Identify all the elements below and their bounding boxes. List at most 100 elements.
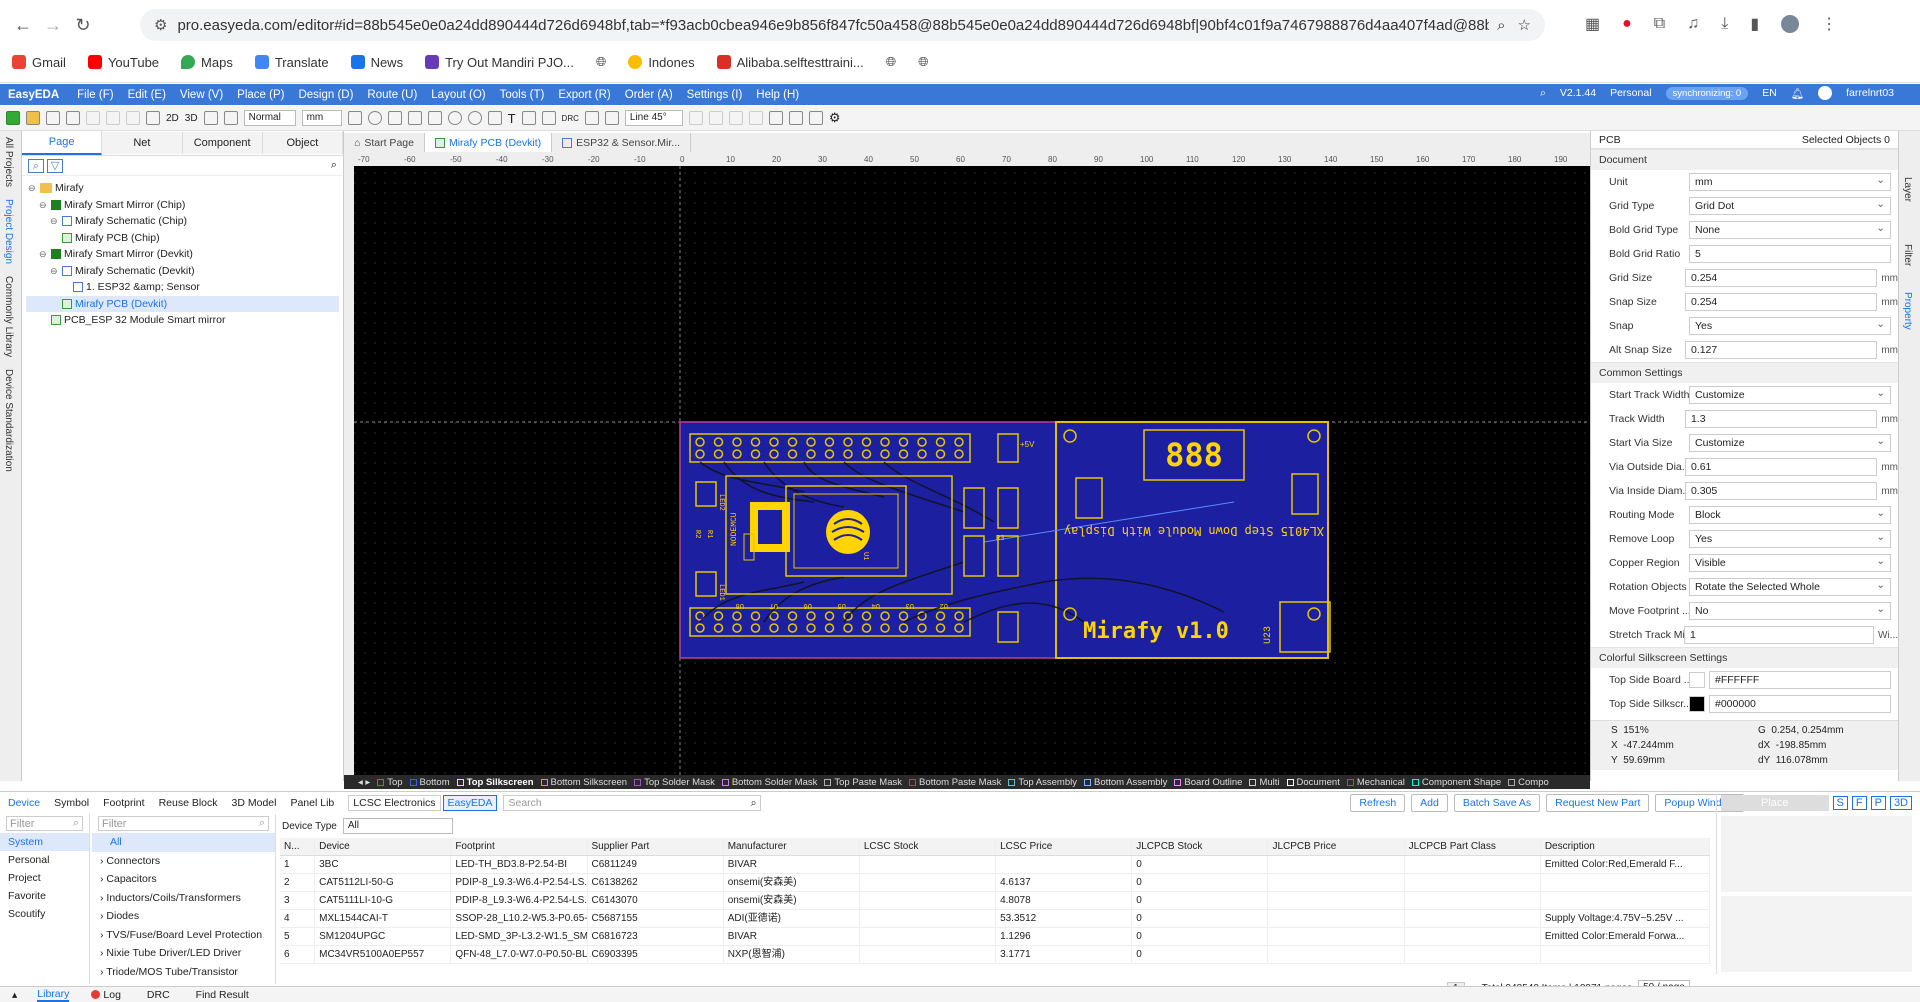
layer-item[interactable]: Top Solder Mask [634,777,715,788]
bookmark-indones[interactable]: Indones [628,55,695,70]
scope-item[interactable]: Personal [0,851,89,869]
dimension-icon[interactable] [521,111,536,125]
bookmark-mandiri[interactable]: Try Out Mandiri PJO... [425,55,574,70]
expand-toggle-icon[interactable]: ⊖ [39,246,48,263]
lib-source-easyeda[interactable]: EasyEDA [442,795,498,811]
list-icon[interactable] [146,111,160,125]
category-item[interactable]: › Diodes [92,907,275,926]
table-row[interactable]: 3 CAT5111LI-10-G PDIP-8_L9.3-W6.4-P2.54-LS… [280,892,1711,910]
extension-icon[interactable]: ▦ [1585,14,1600,34]
search-icon[interactable]: ⌕ [331,159,337,172]
scope-item[interactable]: Favorite [0,887,89,905]
category-item[interactable]: › TVS/Fuse/Board Level Protection [92,926,275,945]
category-item[interactable]: › Connectors [92,852,275,871]
bookmark-globe-2[interactable]: 🌐︎ [886,54,896,70]
scope-filter-input[interactable]: Filter [10,818,34,830]
menu-view[interactable]: View (V) [180,89,223,101]
user-avatar[interactable] [1818,86,1833,100]
document-section[interactable]: Document [1591,149,1898,170]
align-icon[interactable] [688,111,703,125]
tree-item[interactable]: ⊖ Mirafy Schematic (Devkit) [26,263,339,280]
layer-item[interactable]: Bottom Paste Mask [908,777,1001,788]
expand-toggle-icon[interactable]: ⊖ [28,180,37,197]
drc-button[interactable]: DRC [562,114,579,123]
table-row[interactable]: 4 MXL1544CAI-T SSOP-28_L10.2-W5.3-P0.65-..… [280,910,1711,928]
select-icon[interactable] [203,111,218,125]
property-input[interactable]: 1 [1683,626,1874,644]
layer-item[interactable]: Board Outline [1174,777,1242,788]
column-header[interactable]: Manufacturer [724,838,860,855]
menu-help[interactable]: Help (H) [756,89,799,101]
batch-save-button[interactable]: Batch Save As [1453,794,1541,812]
layer-item[interactable]: Bottom Solder Mask [721,777,817,788]
scope-item[interactable]: System [0,833,89,851]
search-icon[interactable]: ⌕ [1540,87,1546,100]
tab-net[interactable]: Net [102,132,183,154]
scope-item[interactable]: Scoutify [0,905,89,923]
opera-icon[interactable]: ● [1622,15,1632,33]
property-select[interactable]: None [1689,221,1891,239]
tree-item[interactable]: ⊖ Mirafy [26,180,339,197]
property-input[interactable]: 0.305 [1684,482,1878,500]
gear-icon[interactable]: ⚙ [829,110,841,126]
vtab-filter[interactable]: Filter [1899,238,1916,272]
image-icon[interactable] [768,111,783,125]
property-input[interactable]: 0.61 [1684,458,1878,476]
property-input[interactable]: 0.254 [1684,269,1878,287]
vtab-project-design[interactable]: Project Design [0,193,17,270]
property-input[interactable]: 0.127 [1684,341,1878,359]
preview-pcb-button[interactable]: P [1870,796,1886,810]
property-select[interactable]: Block [1689,506,1891,524]
export-icon[interactable] [788,111,803,125]
distribute-icon[interactable] [708,111,723,125]
track-icon[interactable] [584,111,599,125]
status-tab-log[interactable]: Log [103,989,121,1001]
layer-item[interactable]: Mechanical [1346,777,1405,788]
column-header[interactable]: Device [315,838,452,855]
print-icon[interactable] [223,111,238,125]
search-icon[interactable]: ⌕ [1497,17,1505,34]
layer-item[interactable]: Multi [1249,777,1280,788]
category-item[interactable]: › Triode/MOS Tube/Transistor [92,963,275,982]
group-icon[interactable] [407,111,422,125]
color-value[interactable]: #000000 [1709,695,1891,713]
property-select[interactable]: No [1689,602,1891,620]
category-filter-input[interactable]: Filter [102,818,126,830]
copy-icon[interactable] [126,111,140,125]
view-3d-button[interactable]: 3D [185,113,198,124]
unit-select[interactable]: mm [301,110,342,126]
column-header[interactable]: LCSC Price [996,838,1133,855]
search-icon[interactable]: ⌕ [259,817,265,830]
column-header[interactable]: JLCPCB Price [1268,838,1405,855]
property-input[interactable]: 1.3 [1684,410,1878,428]
column-header[interactable]: JLCPCB Stock [1132,838,1269,855]
bookmark-youtube[interactable]: YouTube [87,55,159,70]
layer-item[interactable]: Compo [1508,777,1549,788]
search-icon[interactable]: ⌕ [28,158,44,173]
column-header[interactable]: N... [280,838,316,855]
expand-toggle-icon[interactable]: ⊖ [39,197,48,214]
layer-item[interactable]: Bottom [409,777,450,788]
puzzle-icon[interactable]: ⧉ [1654,15,1665,33]
tree-item[interactable]: ⊖ Mirafy Smart Mirror (Devkit) [26,246,339,263]
lib-tab-panel-lib[interactable]: Panel Lib [290,797,334,809]
view-2d-button[interactable]: 2D [166,113,179,124]
property-select[interactable]: Rotate the Selected Whole [1689,578,1891,596]
table-row[interactable]: 6 MC34VR5100A0EP557 QFN-48_L7.0-W7.0-P0.50… [280,946,1711,964]
expand-toggle-icon[interactable]: ⊖ [50,263,59,280]
tab-component[interactable]: Component [182,132,263,154]
layer-item[interactable]: Top Assembly [1008,777,1077,788]
bookmark-globe-3[interactable]: 🌐︎ [918,54,928,70]
no-icon[interactable] [467,111,482,125]
status-tab-library[interactable]: Library [37,988,70,1002]
search-icon[interactable]: ⌕ [751,797,757,810]
table-row[interactable]: 1 3BC LED-TH_BD3.8-P2.54-BI C6811249 BIVAR 0 E… [280,856,1711,874]
site-info-icon[interactable]: ⚙ [154,16,167,34]
sidepanel-icon[interactable]: ▮ [1750,14,1759,34]
menu-settings[interactable]: Settings (I) [687,89,743,101]
property-select[interactable]: Yes [1689,317,1891,335]
line-icon[interactable] [487,111,502,125]
reload-icon[interactable]: ↻ [70,12,96,38]
add-button[interactable]: Add [1411,794,1448,812]
profile-avatar[interactable] [1781,15,1800,33]
